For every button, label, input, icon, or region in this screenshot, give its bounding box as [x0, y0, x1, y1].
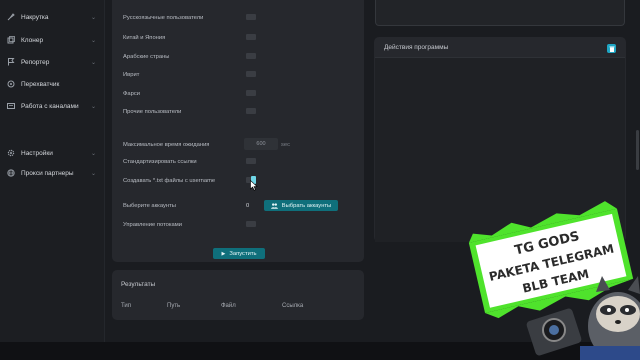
toggle-other-users[interactable]	[246, 108, 256, 114]
setting-label: Арабские страны	[123, 54, 170, 60]
toggle-china-japan[interactable]	[246, 34, 256, 40]
chevron-down-icon: ⌄	[90, 37, 96, 44]
max-wait-unit: sec	[281, 142, 291, 148]
sidebar-item-channels[interactable]: Работа с каналами ⌄	[6, 98, 100, 114]
setting-label: Иврит	[123, 72, 140, 78]
chevron-down-icon: ⌄	[90, 103, 96, 110]
threads-label: Управление потоками	[123, 222, 182, 228]
channel-icon	[6, 102, 15, 111]
rocket-icon	[6, 13, 15, 22]
run-button-label: Запустить	[229, 250, 257, 257]
setting-label: Китай и Япония	[123, 35, 166, 41]
sidebar-item-perehvatchik[interactable]: Перехватчик	[6, 76, 100, 92]
sidebar-item-settings[interactable]: Настройки ⌄	[6, 145, 100, 161]
sidebar-item-label: Клонер	[21, 36, 44, 44]
sidebar-item-label: Репортер	[21, 58, 50, 66]
create-txt-label: Создавать *.txt файлы с username	[123, 178, 216, 184]
users-icon	[270, 202, 278, 209]
top-text-area[interactable]	[375, 0, 625, 26]
toggle-farsi[interactable]	[246, 90, 256, 96]
globe-icon	[6, 169, 15, 178]
results-col-type[interactable]: Тип	[121, 303, 131, 309]
results-col-path[interactable]: Путь	[167, 303, 180, 309]
standardize-label: Стандартизировать ссылки	[123, 159, 197, 165]
mouse-cursor-icon	[250, 180, 258, 191]
setting-label: Фарси	[123, 91, 140, 97]
copy-icon	[6, 36, 15, 45]
chevron-down-icon: ⌄	[90, 59, 96, 66]
chevron-down-icon: ⌄	[90, 150, 96, 157]
sidebar-item-label: Прокси партнеры	[21, 169, 74, 177]
chevron-down-icon: ⌄	[90, 14, 96, 21]
intercept-icon	[6, 80, 15, 89]
sidebar-item-kloner[interactable]: Клонер ⌄	[6, 32, 100, 48]
sidebar-item-label: Накрутка	[21, 13, 49, 21]
sidebar-item-reporter[interactable]: Репортер ⌄	[6, 54, 100, 70]
toggle-russian-users[interactable]	[246, 14, 256, 20]
sticker-overlay: TG GODS PAKETA TELEGRAM BLB TEAM	[468, 201, 640, 360]
gear-icon	[6, 149, 15, 158]
max-wait-label: Максимальное время ожидания	[123, 142, 210, 148]
sidebar-item-label: Работа с каналами	[21, 102, 79, 110]
setting-label: Прочие пользователи	[123, 109, 182, 115]
chevron-down-icon: ⌄	[90, 170, 96, 177]
actions-title: Действия программы	[384, 44, 449, 51]
trash-icon[interactable]	[607, 44, 616, 53]
toggle-threads[interactable]	[246, 221, 256, 227]
results-title: Результаты	[121, 281, 156, 288]
sidebar-item-label: Настройки	[21, 149, 53, 157]
toggle-arab-countries[interactable]	[246, 53, 256, 59]
results-col-link[interactable]: Ссылка	[282, 303, 303, 309]
setting-label: Русскоязычные пользователи	[123, 15, 204, 21]
flag-icon	[6, 58, 15, 67]
select-accounts-button-label: Выбрать аккаунты	[281, 202, 332, 209]
results-col-file[interactable]: Файл	[221, 303, 236, 309]
sidebar: Накрутка ⌄ Клонер ⌄ Репортер ⌄ Перехватч…	[0, 0, 105, 342]
accounts-count: 0	[246, 203, 250, 209]
select-accounts-button[interactable]: Выбрать аккаунты	[264, 200, 338, 211]
results-panel	[112, 270, 364, 320]
scrollbar[interactable]	[636, 130, 639, 170]
play-icon: ▶	[221, 250, 226, 257]
select-accounts-label: Выберите аккаунты	[123, 203, 176, 209]
toggle-standardize-links[interactable]	[246, 158, 256, 164]
sidebar-item-label: Перехватчик	[21, 80, 60, 88]
sidebar-item-proxy[interactable]: Прокси партнеры ⌄	[6, 165, 100, 181]
run-button[interactable]: ▶ Запустить	[213, 248, 265, 259]
sidebar-item-nakrutka[interactable]: Накрутка ⌄	[6, 9, 100, 25]
toggle-hebrew[interactable]	[246, 71, 256, 77]
max-wait-input[interactable]: 600	[244, 138, 278, 150]
